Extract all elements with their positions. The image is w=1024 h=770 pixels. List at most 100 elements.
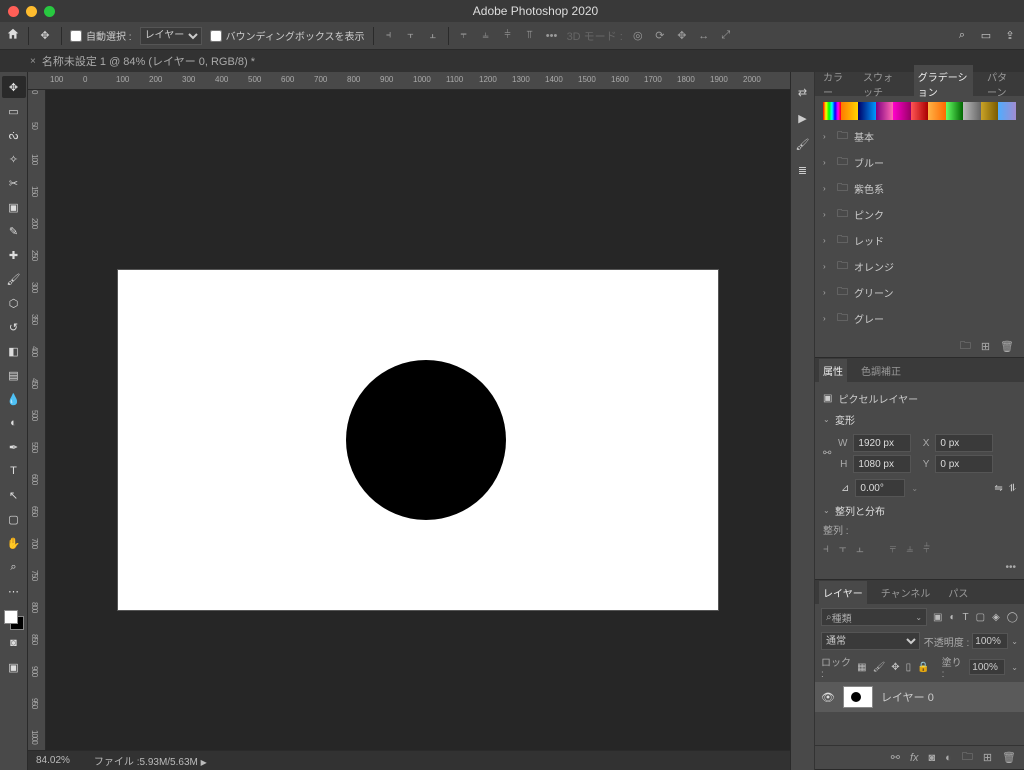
gradient-folder[interactable]: ›🗀レッド [823,230,1016,251]
chevron-down-icon[interactable]: ⌄ [823,506,831,515]
height-input[interactable] [853,455,911,473]
close-window-button[interactable] [8,6,19,17]
dock-adjust-icon[interactable]: ⇄ [795,84,811,100]
heal-tool[interactable]: ✚ [2,244,26,266]
gradient-preset[interactable] [841,102,859,120]
group-icon[interactable]: 🗀 [962,748,973,767]
show-bbox-checkbox[interactable]: バウンディングボックスを表示 [210,28,365,43]
zoom-level[interactable]: 84.02% [32,755,74,766]
vertical-ruler[interactable]: 0501001502002503003504004505005506006507… [28,90,46,750]
tab-gradient[interactable]: グラデーション [914,65,973,103]
layer-item[interactable]: 👁 レイヤー 0 [815,682,1024,712]
dodge-tool[interactable]: ◐ [2,412,26,434]
align-left-icon[interactable]: ⫞ [382,27,396,45]
eyedropper-tool[interactable]: ✎ [2,220,26,242]
type-tool[interactable]: T [2,460,26,482]
gradient-folder[interactable]: ›🗀オレンジ [823,256,1016,277]
chevron-down-icon[interactable]: ⌄ [823,415,831,424]
layer-style-icon[interactable]: fx [910,752,919,764]
new-layer-icon[interactable]: ⊞ [983,751,992,764]
minimize-window-button[interactable] [26,6,37,17]
screen-mode-icon[interactable]: ▣ [2,656,26,678]
brush-tool[interactable]: 🖌 [2,268,26,290]
lock-position-icon[interactable]: ✥ [891,662,899,673]
gradient-preset[interactable] [858,102,876,120]
share-icon[interactable]: ⇪ [1002,28,1018,44]
filter-type-icon[interactable]: T [963,612,969,623]
tab-pattern[interactable]: パターン [983,65,1020,103]
tab-adjustments[interactable]: 色調補正 [857,359,905,382]
more-icon[interactable]: ••• [823,562,1016,573]
lock-transparent-icon[interactable]: ▦ [857,662,866,673]
angle-input[interactable] [855,479,905,497]
gradient-preset[interactable] [876,102,894,120]
tab-layers[interactable]: レイヤー [819,581,867,604]
gradient-folder[interactable]: ›🗀基本 [823,126,1016,147]
blend-mode-dropdown[interactable]: 通常 [821,632,920,650]
filter-shape-icon[interactable]: ▢ [976,612,985,623]
gradient-folder[interactable]: ›🗀ブルー [823,152,1016,173]
align-right-icon[interactable]: ⫠ [426,27,440,45]
tab-channels[interactable]: チャンネル [877,581,935,604]
lasso-tool[interactable]: ᔔ [2,124,26,146]
path-select-tool[interactable]: ↖ [2,484,26,506]
gradient-preset[interactable] [963,102,981,120]
align-bottom-icon[interactable]: ⫩ [923,541,930,556]
opacity-input[interactable] [972,633,1008,649]
distribute-icon[interactable]: ⫪ [523,27,537,45]
color-swatch[interactable] [4,610,24,630]
dock-play-icon[interactable]: ▶ [795,110,811,126]
layer-mask-icon[interactable]: ◙ [929,752,936,764]
zoom-tool[interactable]: ⌕ [2,556,26,578]
align-center-h-icon[interactable]: ⫟ [404,27,418,45]
link-icon[interactable]: ⚯ [823,448,831,459]
lock-all-icon[interactable]: 🔒 [917,662,929,673]
move-tool-icon[interactable]: ✥ [37,28,53,44]
tab-color[interactable]: カラー [819,65,849,103]
y-input[interactable] [935,455,993,473]
gradient-preset[interactable] [893,102,911,120]
align-hcenter-icon[interactable]: ⫟ [839,541,846,556]
home-icon[interactable] [6,27,20,44]
dock-swatch-icon[interactable]: ≣ [795,162,811,178]
align-top-icon[interactable]: ⫧ [890,541,897,556]
align-center-v-icon[interactable]: ⫨ [479,27,493,45]
gradient-folder[interactable]: ›🗀ピンク [823,204,1016,225]
folder-icon[interactable]: 🗀 [960,337,971,356]
align-right-icon[interactable]: ⫠ [856,541,863,556]
marquee-tool[interactable]: ▭ [2,100,26,122]
gradient-folder[interactable]: ›🗀グレー [823,308,1016,329]
filter-smart-icon[interactable]: ◈ [992,612,1000,623]
gradient-preset[interactable] [981,102,999,120]
layer-thumbnail[interactable] [843,686,873,708]
maximize-window-button[interactable] [44,6,55,17]
lock-artboard-icon[interactable]: ▯ [906,662,912,673]
eraser-tool[interactable]: ◧ [2,340,26,362]
dock-brush-icon[interactable]: 🖌 [795,136,811,152]
gradient-preset[interactable] [998,102,1016,120]
artboard[interactable] [118,270,718,610]
search-icon[interactable]: ⌕ [954,28,970,44]
width-input[interactable] [853,434,911,452]
file-size[interactable]: ファイル :5.93M/5.63M ▶ [90,753,211,768]
gradient-preset[interactable] [928,102,946,120]
layer-filter-dropdown[interactable]: ⌕ 種類⌄ [821,608,927,626]
trash-icon[interactable]: 🗑 [1000,340,1014,353]
new-icon[interactable]: ⊞ [981,340,990,353]
gradient-preset[interactable] [946,102,964,120]
tab-paths[interactable]: パス [944,581,972,604]
move-tool[interactable]: ✥ [2,76,26,98]
link-layers-icon[interactable]: ⚯ [891,751,900,764]
adjustment-layer-icon[interactable]: ◐ [945,752,952,764]
crop-tool[interactable]: ✂ [2,172,26,194]
filter-pixel-icon[interactable]: ▣ [933,612,942,623]
flip-v-icon[interactable]: ⥮ [1009,483,1016,494]
auto-select-dropdown[interactable]: レイヤー [140,27,202,45]
x-input[interactable] [935,434,993,452]
history-brush-tool[interactable]: ↺ [2,316,26,338]
close-tab-icon[interactable]: × [30,56,36,67]
gradient-tool[interactable]: ▤ [2,364,26,386]
flip-h-icon[interactable]: ⇋ [994,483,1002,494]
align-top-icon[interactable]: ⫧ [457,27,471,45]
rectangle-tool[interactable]: ▢ [2,508,26,530]
